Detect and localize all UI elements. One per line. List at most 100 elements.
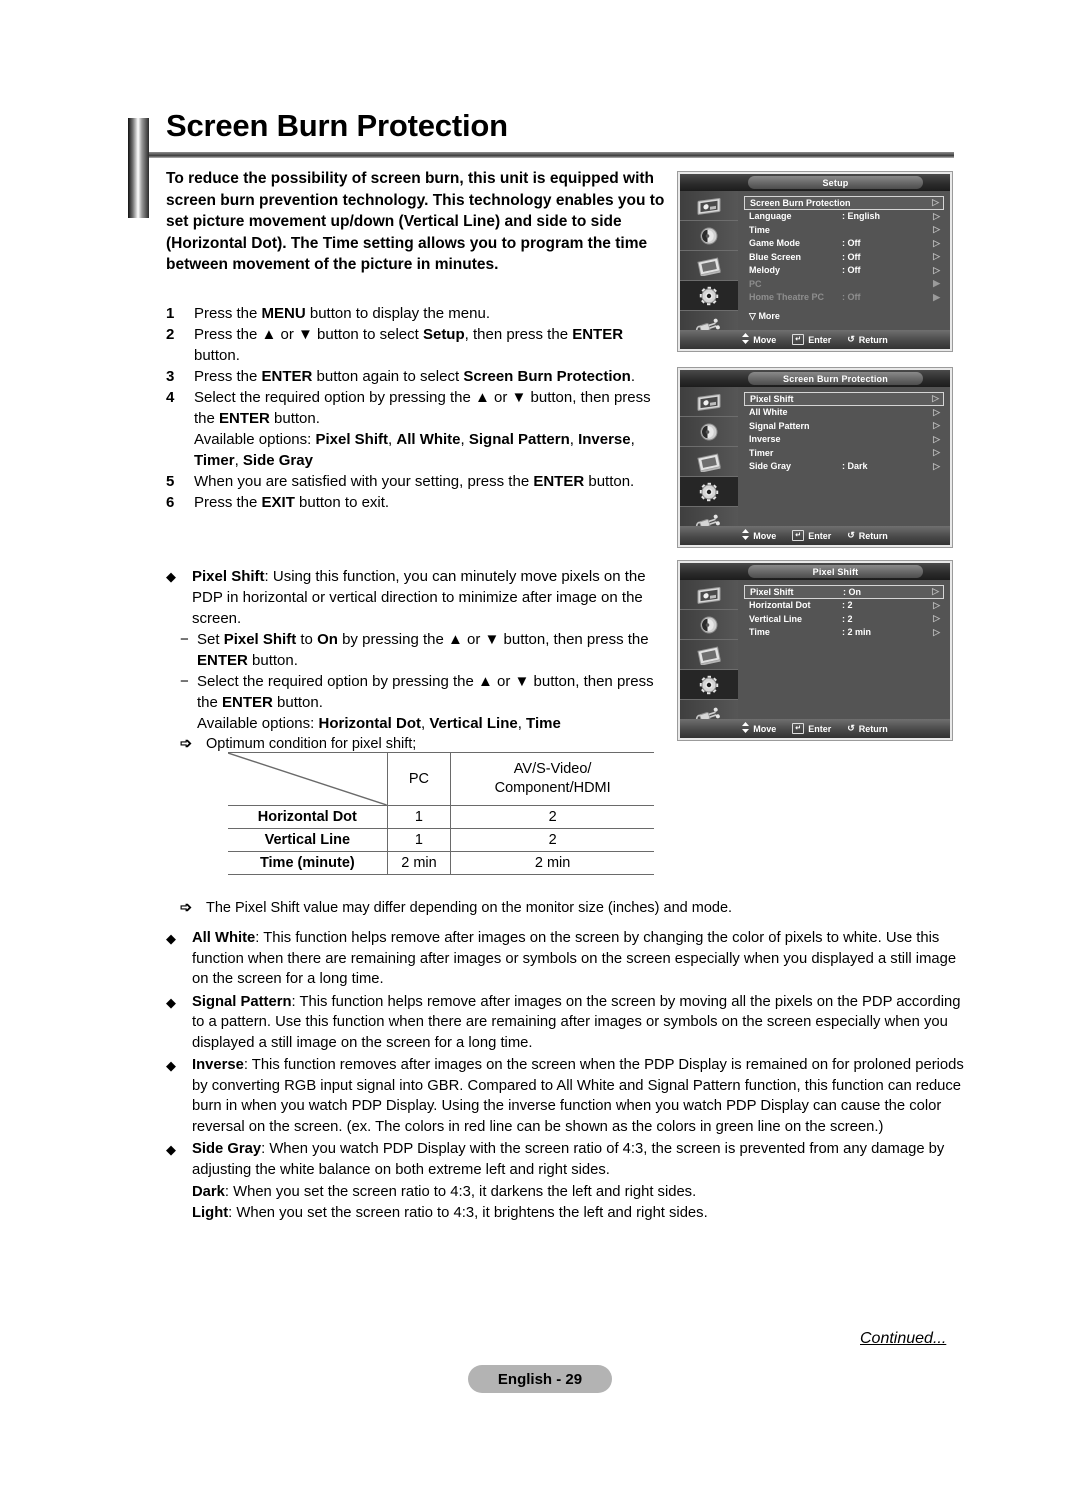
osd-menu-item[interactable]: Screen Burn Protection ▷	[744, 196, 944, 210]
dash-bullet-icon: −	[180, 631, 189, 648]
osd-menu-item[interactable]: Side Gray: Dark ▷	[744, 460, 944, 474]
osd-hint-return-label: Return	[858, 530, 888, 541]
return-arrow-icon: ↺	[847, 334, 855, 344]
osd-menu-item-label: Pixel Shift	[750, 393, 794, 404]
chevron-down-icon: ▽	[749, 311, 756, 321]
osd-menu-item[interactable]: All White ▷	[744, 406, 944, 420]
osd-sidebar-item-picture[interactable]	[680, 580, 738, 610]
osd-sidebar	[680, 191, 738, 349]
feature-bullet-text: Inverse: This function removes after ima…	[192, 1057, 964, 1135]
osd-footer-hints: Move ↵ Enter ↺ Return	[680, 330, 950, 349]
osd-menu-list: Screen Burn Protection ▷ Language: English…	[738, 191, 950, 330]
diamond-bullet-icon: ◆	[166, 1058, 176, 1073]
osd-sidebar-item-channel[interactable]	[680, 447, 738, 477]
osd-menu-item[interactable]: Pixel Shift: On ▷	[744, 585, 944, 599]
row-label: Time (minute)	[228, 851, 388, 875]
step-text: Press the EXIT button to exit.	[194, 494, 390, 511]
enter-key-icon: ↵	[792, 334, 805, 345]
row-value-pc: 1	[387, 805, 452, 829]
osd-menu-item-value: : Off	[842, 265, 861, 276]
osd-sidebar	[680, 580, 738, 738]
osd-menu-item-label: Blue Screen	[749, 251, 802, 262]
osd-sidebar-item-channel[interactable]	[680, 640, 738, 670]
osd-sidebar-item-setup[interactable]	[680, 281, 738, 311]
osd-hint-return-label: Return	[858, 334, 888, 345]
osd-sidebar-item-sound[interactable]	[680, 221, 738, 251]
arrow-bullet-icon: ➩	[180, 736, 193, 752]
osd-menu-item[interactable]: Game Mode: Off ▷	[744, 237, 944, 251]
chevron-right-icon: ▷	[933, 237, 940, 248]
step-text: Press the ▲ or ▼ button to select Setup,…	[194, 326, 624, 364]
step-item: 6 Press the EXIT button to exit.	[166, 492, 666, 513]
up-down-arrows-icon	[742, 529, 750, 542]
osd-more-row[interactable]: ▽ More	[744, 311, 944, 322]
osd-sidebar-item-sound[interactable]	[680, 417, 738, 447]
setup-icon	[699, 675, 719, 694]
osd-menu-item[interactable]: Time ▷	[744, 223, 944, 237]
osd-menu-item[interactable]: Horizontal Dot: 2 ▷	[744, 599, 944, 613]
osd-menu-item-label: PC	[749, 278, 762, 289]
osd-menu-item-label: Game Mode	[749, 238, 801, 249]
osd-hint-move: Move	[742, 529, 776, 542]
osd-sidebar-item-picture[interactable]	[680, 387, 738, 417]
page-title: Screen Burn Protection	[166, 108, 508, 143]
step-number: 1	[166, 305, 175, 322]
row-value-av: 2	[450, 828, 654, 852]
osd-menu-item-label: Screen Burn Protection	[750, 197, 851, 208]
feature-bullet-text: Pixel Shift: Using this function, you ca…	[192, 568, 646, 627]
osd-menu-item[interactable]: Pixel Shift ▷	[744, 392, 944, 406]
osd-titlebar: Pixel Shift	[680, 563, 950, 580]
page-number-badge: English - 29	[468, 1365, 612, 1393]
chevron-right-icon: ▷	[933, 460, 940, 471]
up-down-arrows-icon	[742, 333, 750, 346]
osd-hint-enter: ↵ Enter	[792, 723, 831, 734]
osd-hint-return: ↺ Return	[847, 723, 888, 734]
osd-menu-item-value: : Dark	[842, 461, 868, 472]
pixel-shift-section: ◆ Pixel Shift: Using this function, you c…	[166, 566, 666, 755]
osd-menu-item[interactable]: PC ▶	[744, 277, 944, 291]
osd-more-label: More	[758, 311, 780, 321]
osd-hint-enter: ↵ Enter	[792, 334, 831, 345]
osd-sidebar-item-picture[interactable]	[680, 191, 738, 221]
osd-menu-item[interactable]: Language: English ▷	[744, 210, 944, 224]
osd-sidebar-item-channel[interactable]	[680, 251, 738, 281]
osd-menu-item[interactable]: Vertical Line: 2 ▷	[744, 612, 944, 626]
sub-step-text: Select the required option by pressing t…	[197, 673, 654, 732]
row-label: Horizontal Dot	[228, 805, 388, 829]
osd-menu-item[interactable]: Blue Screen: Off ▷	[744, 250, 944, 264]
chevron-right-icon: ▷	[932, 393, 939, 404]
step-item: 4 Select the required option by pressing …	[166, 387, 666, 429]
osd-titlebar: Screen Burn Protection	[680, 370, 950, 387]
osd-hint-return: ↺ Return	[847, 530, 888, 541]
col-header-av-line2: Component/HDMI	[494, 780, 611, 796]
osd-sidebar-item-sound[interactable]	[680, 610, 738, 640]
osd-panel-setup: Setup Screen Burn Protection ▷ Language: En…	[678, 172, 952, 351]
osd-footer-hints: Move ↵ Enter ↺ Return	[680, 526, 950, 545]
osd-menu-item[interactable]: Timer ▷	[744, 446, 944, 460]
osd-menu-item[interactable]: Time: 2 min ▷	[744, 626, 944, 640]
osd-menu-item[interactable]: Signal Pattern ▷	[744, 419, 944, 433]
manual-page: Screen Burn Protection To reduce the pos…	[0, 0, 1080, 1486]
diagonal-line-icon	[228, 753, 387, 805]
osd-menu-item[interactable]: Home Theatre PC: Off ▶	[744, 291, 944, 305]
step-item: 1 Press the MENU button to display the me…	[166, 303, 666, 324]
intro-paragraph: To reduce the possibility of screen burn…	[166, 170, 665, 273]
feature-bullet-text: All White: This function helps remove af…	[192, 930, 957, 987]
osd-menu-item-label: Melody	[749, 265, 781, 276]
step-item: 3 Press the ENTER button again to select …	[166, 366, 666, 387]
osd-menu-item-label: Language	[749, 211, 792, 222]
diamond-bullet-icon: ◆	[166, 994, 176, 1010]
sub-step-text: Set Pixel Shift to On by pressing the ▲ …	[197, 631, 649, 669]
osd-sidebar-item-setup[interactable]	[680, 477, 738, 507]
picture-icon	[697, 393, 721, 411]
osd-menu-item-label: Home Theatre PC	[749, 292, 825, 303]
osd-sidebar-item-setup[interactable]	[680, 670, 738, 700]
osd-hint-return-label: Return	[858, 723, 888, 734]
channel-icon	[697, 256, 721, 276]
step-number: 6	[166, 494, 175, 511]
step-text: Press the MENU button to display the men…	[194, 305, 490, 322]
osd-menu-item[interactable]: Inverse ▷	[744, 433, 944, 447]
title-accent-bar	[128, 118, 149, 218]
osd-hint-enter-label: Enter	[808, 723, 832, 734]
osd-menu-item[interactable]: Melody: Off ▷	[744, 264, 944, 278]
